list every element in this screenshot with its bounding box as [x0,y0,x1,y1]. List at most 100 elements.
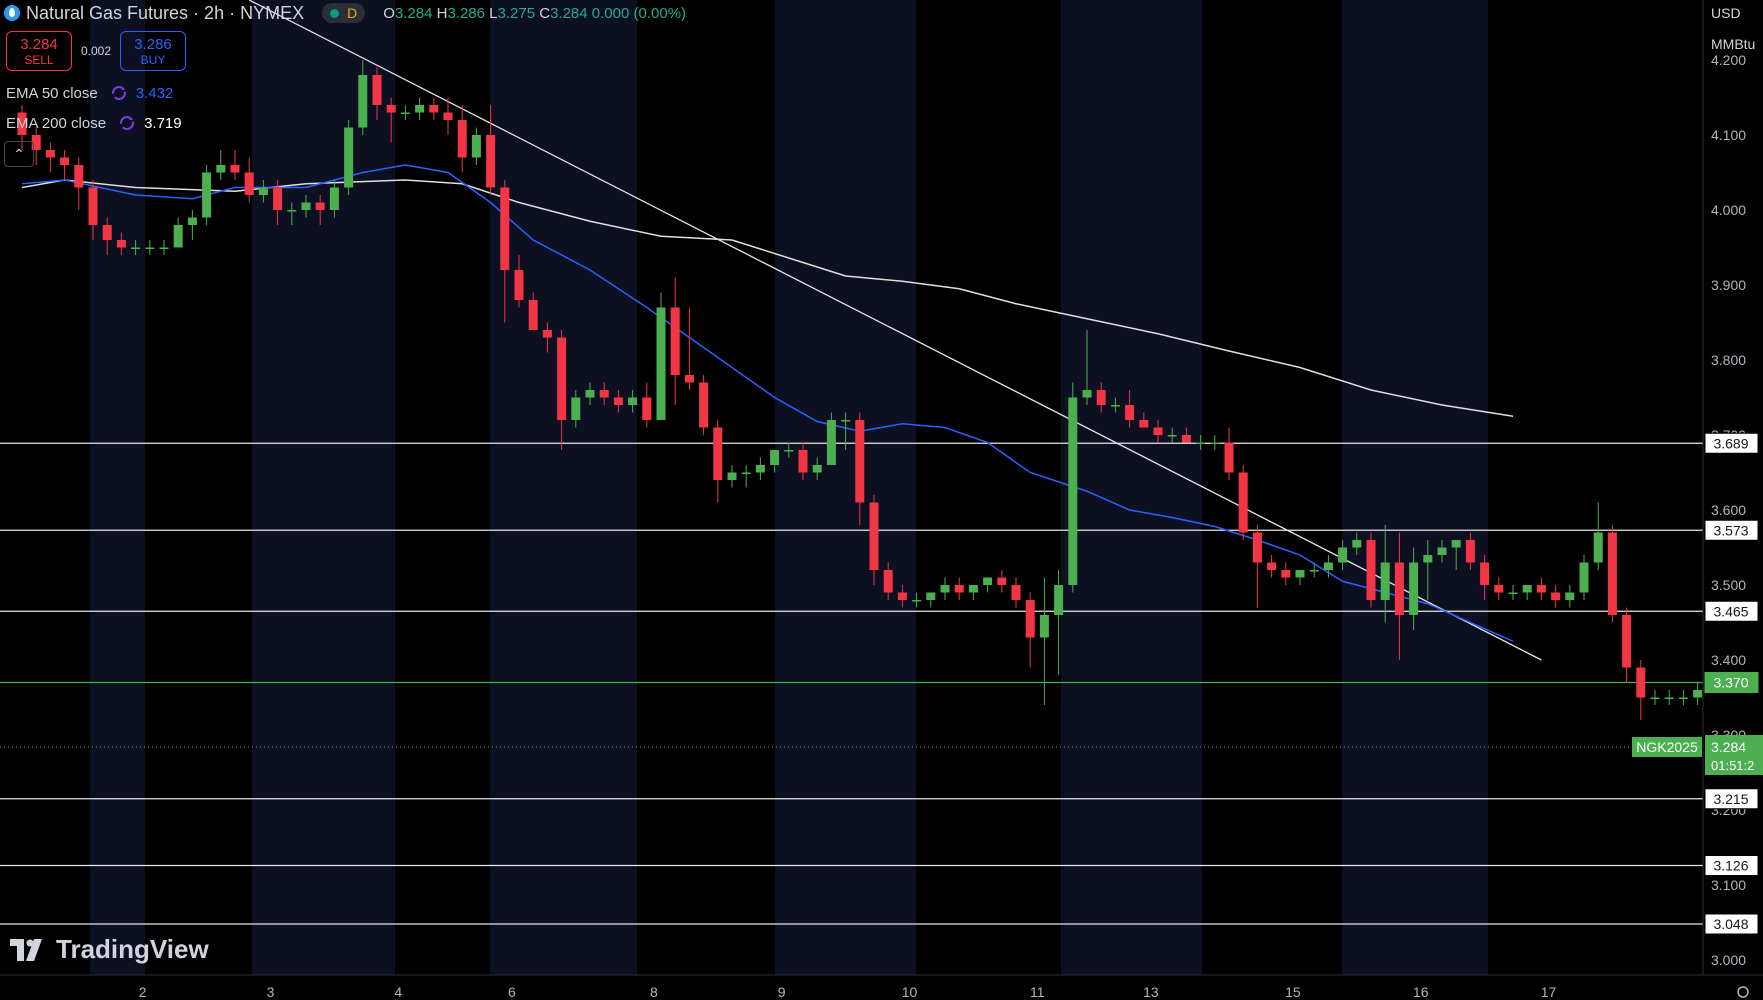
candle-body [1309,570,1319,572]
y-tick-label: 3.100 [1711,877,1746,893]
refresh-icon[interactable] [110,84,128,102]
indicator-ema200[interactable]: EMA 200 close 3.719 [6,114,182,132]
candle-body [755,465,765,473]
y-tick-label: 3.500 [1711,577,1746,593]
ohlc-high-value: 3.286 [447,4,485,22]
sell-button[interactable]: 3.284 SELL [6,31,72,71]
candle-body [897,592,907,600]
candle-body [486,135,496,188]
price-chart[interactable]: 4.2004.1004.0003.9003.8003.7003.6003.500… [0,0,1763,1000]
collapse-legend-button[interactable]: ⌃ [4,141,34,167]
candle-body [45,150,55,158]
ohlc-low-label: L [489,4,498,22]
candle-body [1011,585,1021,600]
candle-body [500,187,510,270]
candle-body [571,397,581,420]
candle-body [542,330,552,338]
candle-body [216,165,226,173]
level-price-text: 3.689 [1713,435,1748,451]
candle-body [1025,600,1035,638]
time-axis-panel [0,975,1763,1000]
candle-body [656,307,666,420]
x-tick-label: 13 [1143,984,1159,1000]
candle-body [159,247,169,249]
market-status-pill[interactable]: D [322,3,366,23]
session-band [490,0,637,975]
buy-button[interactable]: 3.286 BUY [120,31,186,71]
candle-body [1423,555,1433,563]
level-price-text: 3.465 [1713,603,1748,619]
refresh-icon[interactable] [118,114,136,132]
candle-body [329,187,339,210]
candle-body [187,217,197,225]
candle-body [1167,435,1177,437]
level-price-text: 3.215 [1713,791,1748,807]
candle-body [1593,532,1603,563]
candle-body [1565,592,1575,600]
session-band [1061,0,1202,975]
candle-body [684,375,694,383]
x-tick-label: 6 [508,984,516,1000]
axis-unit[interactable]: MMBtu [1711,36,1755,52]
y-tick-label: 3.000 [1711,952,1746,968]
candle-body [1536,585,1546,593]
candle-body [1224,442,1234,473]
candle-body [727,472,737,480]
candle-body [1068,397,1078,585]
level-price-label: 3.573 [1704,519,1759,541]
ohlc-open-label: O [383,4,395,22]
buy-price: 3.286 [134,35,172,53]
indicator-ema50[interactable]: EMA 50 close 3.432 [6,84,173,102]
candle-body [826,420,836,465]
ema50-line [21,164,1514,642]
session-band [90,0,145,975]
spread-value: 0.002 [80,44,112,58]
tradingview-logo-icon [10,938,42,961]
candle-body [528,300,538,330]
candle-body [400,112,410,114]
candle-body [770,450,780,465]
candle-body [713,427,723,480]
candle-body [585,390,595,398]
candle-body [613,397,623,405]
session-band [1342,0,1488,975]
session-band [775,0,916,975]
axis-currency[interactable]: USD [1711,5,1741,21]
candle-body [1153,427,1163,435]
candle-body [1125,405,1135,420]
level-price-label: 3.215 [1704,788,1759,810]
candle-body [1664,697,1674,699]
level-price-label: 3.126 [1704,855,1759,876]
indicator-ema200-value: 3.719 [144,114,182,132]
session-band [252,0,395,975]
candle-body [1650,697,1660,699]
x-tick-label: 15 [1285,984,1301,1000]
countdown-text: 01:51:2 [1711,758,1754,773]
candle-body [1366,540,1376,600]
candle-body [841,420,851,422]
candle-body [1181,435,1191,443]
symbol-title[interactable]: Natural Gas Futures · 2h · NYMEX [26,3,304,24]
candle-body [642,397,652,420]
y-tick-label: 4.100 [1711,127,1746,143]
y-tick-label: 3.800 [1711,352,1746,368]
x-tick-label: 16 [1413,984,1429,1000]
x-tick-label: 11 [1030,984,1045,1000]
candle-body [1196,442,1206,444]
candle-body [1636,667,1646,698]
candle-body [415,105,425,113]
candle-body [1465,540,1475,563]
ohlc-open-value: 3.284 [394,4,433,22]
candle-body [1607,532,1617,615]
x-tick-label: 3 [267,984,275,1000]
x-tick-label: 17 [1541,984,1557,1000]
candle-body [372,75,382,105]
candle-body [514,270,524,300]
candle-body [1693,690,1703,698]
tradingview-logo[interactable]: TradingView [10,934,209,965]
level-price-text: 3.126 [1713,858,1748,874]
candle-body [273,187,283,210]
candle-body [1579,562,1589,593]
candle-body [1352,540,1362,548]
trade-panel: 3.284 SELL 0.002 3.286 BUY [6,31,186,71]
